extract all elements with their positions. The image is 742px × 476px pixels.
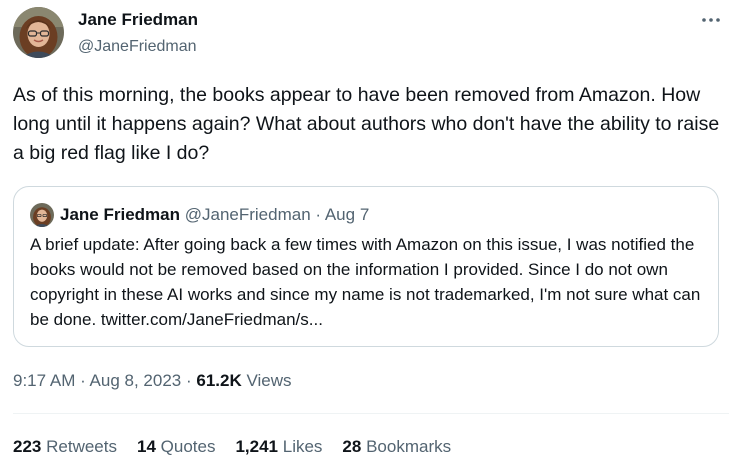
quotes-label: Quotes xyxy=(160,437,216,456)
quote-author-handle: @JaneFriedman xyxy=(184,205,311,224)
quote-date: Aug 7 xyxy=(324,205,370,224)
more-options-button[interactable] xyxy=(696,10,726,30)
likes-label: Likes xyxy=(282,437,323,456)
bookmarks-stat[interactable]: 28 Bookmarks xyxy=(342,435,451,459)
tweet-card: Jane Friedman @JaneFriedman As of this m… xyxy=(0,0,742,476)
quote-author-name: Jane Friedman xyxy=(60,205,180,224)
bookmarks-label: Bookmarks xyxy=(366,437,452,456)
author-name[interactable]: Jane Friedman xyxy=(78,10,198,30)
quote-separator: · xyxy=(310,205,325,224)
engagement-stats: 223 Retweets 14 Quotes 1,241 Likes 28 Bookm… xyxy=(13,435,471,459)
quote-avatar-photo xyxy=(30,203,54,227)
tweet-text: As of this morning, the books appear to … xyxy=(13,84,720,164)
avatar-photo xyxy=(13,7,64,58)
author-handle[interactable]: @JaneFriedman xyxy=(78,37,198,57)
divider xyxy=(13,413,729,414)
quote-text: A brief update: After going back a few t… xyxy=(30,235,701,329)
meta-separator: · xyxy=(181,371,197,390)
likes-stat[interactable]: 1,241 Likes xyxy=(235,435,322,459)
tweet-date[interactable]: Aug 8, 2023 xyxy=(90,371,182,390)
views-label: Views xyxy=(241,371,292,390)
tweet-time[interactable]: 9:17 AM xyxy=(13,371,75,390)
retweets-label: Retweets xyxy=(46,437,117,456)
more-horizontal-icon xyxy=(702,18,720,22)
retweets-stat[interactable]: 223 Retweets xyxy=(13,435,117,459)
tweet-meta: 9:17 AM · Aug 8, 2023 · 61.2K Views xyxy=(13,369,292,393)
author-block: Jane Friedman @JaneFriedman xyxy=(78,10,198,57)
meta-separator: · xyxy=(75,371,90,390)
bookmarks-count: 28 xyxy=(342,437,362,456)
quoted-tweet[interactable]: Jane Friedman @JaneFriedman · Aug 7 A br… xyxy=(13,186,719,347)
quote-avatar xyxy=(30,203,54,227)
quote-header: Jane Friedman @JaneFriedman · Aug 7 xyxy=(60,204,369,226)
likes-count: 1,241 xyxy=(235,437,278,456)
quotes-count: 14 xyxy=(136,437,156,456)
avatar[interactable] xyxy=(13,7,64,58)
quotes-stat[interactable]: 14 Quotes xyxy=(137,435,215,459)
views-count: 61.2K xyxy=(196,371,242,390)
retweets-count: 223 xyxy=(13,437,42,456)
